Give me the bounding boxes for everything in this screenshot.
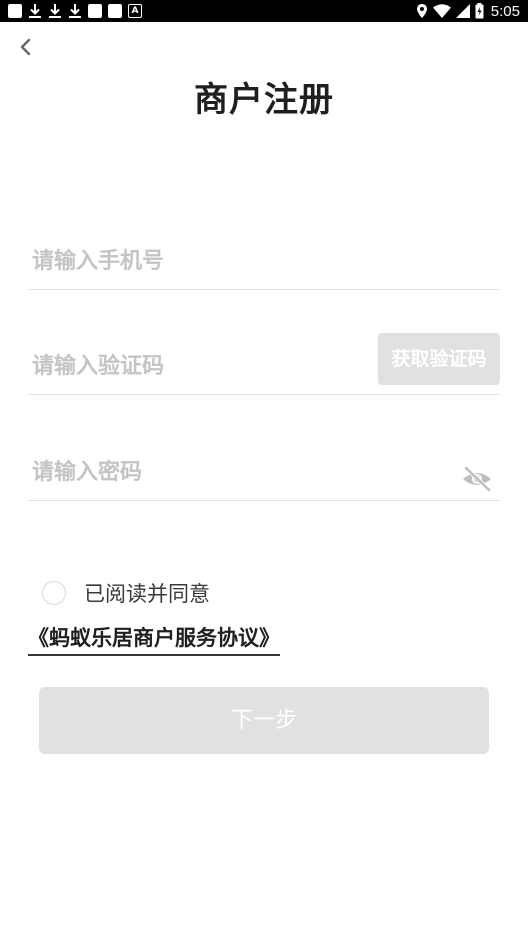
merchant-agreement-link[interactable]: 《蚂蚁乐居商户服务协议》 — [28, 622, 280, 656]
notification-square-icon — [108, 4, 122, 18]
phone-field-row — [28, 229, 500, 290]
eye-off-icon — [463, 466, 491, 492]
status-time: 5:05 — [490, 2, 520, 20]
back-button[interactable] — [14, 34, 38, 60]
signal-icon — [455, 4, 470, 18]
status-bar-right: 5:05 — [416, 2, 520, 20]
agreement-radio[interactable] — [42, 581, 66, 605]
a-box-icon: A — [128, 4, 142, 18]
notification-square-icon — [8, 4, 22, 18]
wifi-icon — [432, 4, 451, 18]
agreement-label: 已阅读并同意 — [84, 582, 210, 606]
code-field-row: 获取验证码 — [28, 333, 500, 395]
password-visibility-toggle[interactable] — [460, 464, 494, 494]
next-step-button[interactable]: 下一步 — [39, 687, 489, 754]
chevron-left-icon — [20, 38, 31, 56]
notification-square-icon — [88, 4, 102, 18]
phone-input[interactable] — [32, 243, 362, 279]
location-icon — [416, 4, 427, 18]
download-icon — [49, 4, 61, 18]
password-input[interactable] — [32, 454, 362, 490]
agreement-row: 已阅读并同意 — [42, 577, 210, 609]
download-icon — [29, 4, 41, 18]
battery-icon — [475, 3, 484, 19]
page-title: 商户注册 — [194, 80, 334, 120]
download-icon — [69, 4, 81, 18]
password-field-row — [28, 440, 500, 501]
get-code-button[interactable]: 获取验证码 — [378, 333, 500, 385]
status-bar-left: A — [8, 3, 142, 19]
status-bar: A 5:05 — [0, 0, 528, 22]
verification-code-input[interactable] — [32, 348, 362, 384]
register-screen: A 5:05 商户注册 请输入手机号 请输入验证码 获取验证码 已阅读并同意 《… — [0, 0, 528, 938]
